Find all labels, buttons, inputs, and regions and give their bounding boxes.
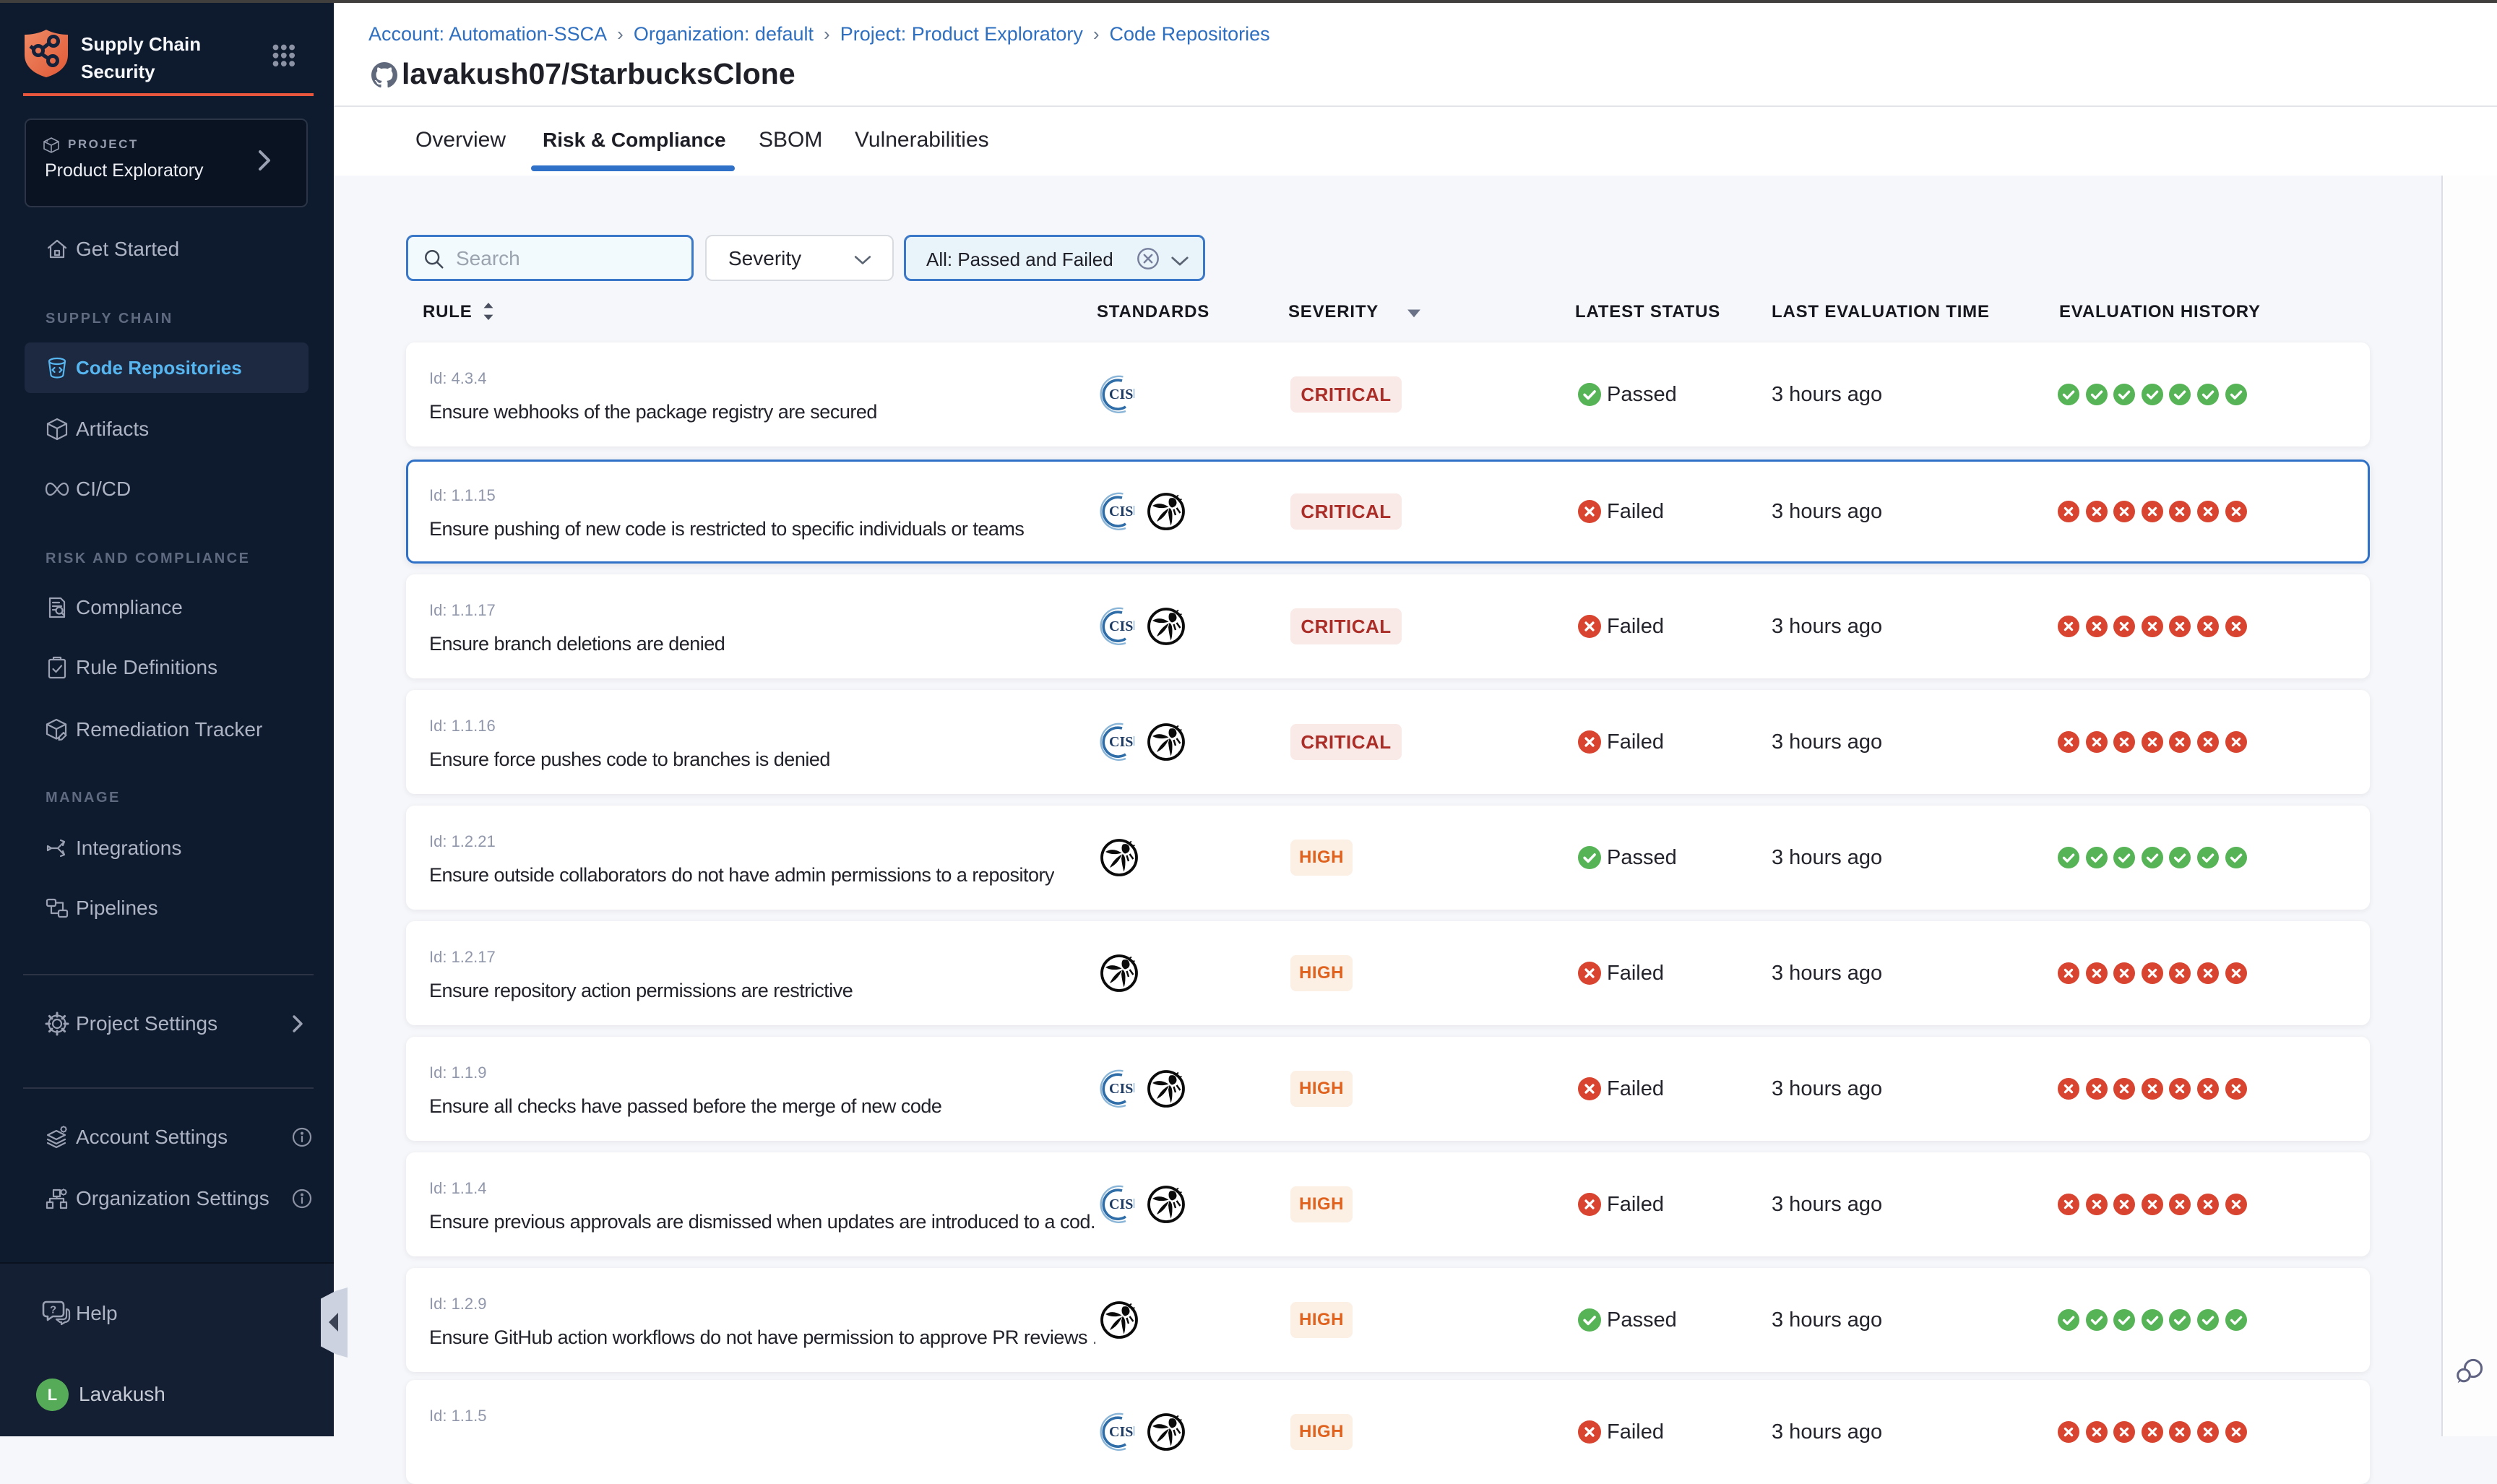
svg-text:CIS: CIS: [1109, 1081, 1133, 1097]
svg-text:CIS: CIS: [1109, 618, 1133, 634]
svg-text:CIS: CIS: [1109, 504, 1133, 519]
svg-text:CIS: CIS: [1109, 387, 1133, 402]
svg-text:CIS: CIS: [1109, 1196, 1133, 1212]
svg-text:CIS: CIS: [1109, 1424, 1133, 1440]
svg-text:?: ?: [50, 1304, 56, 1316]
svg-text:CIS: CIS: [1109, 734, 1133, 750]
